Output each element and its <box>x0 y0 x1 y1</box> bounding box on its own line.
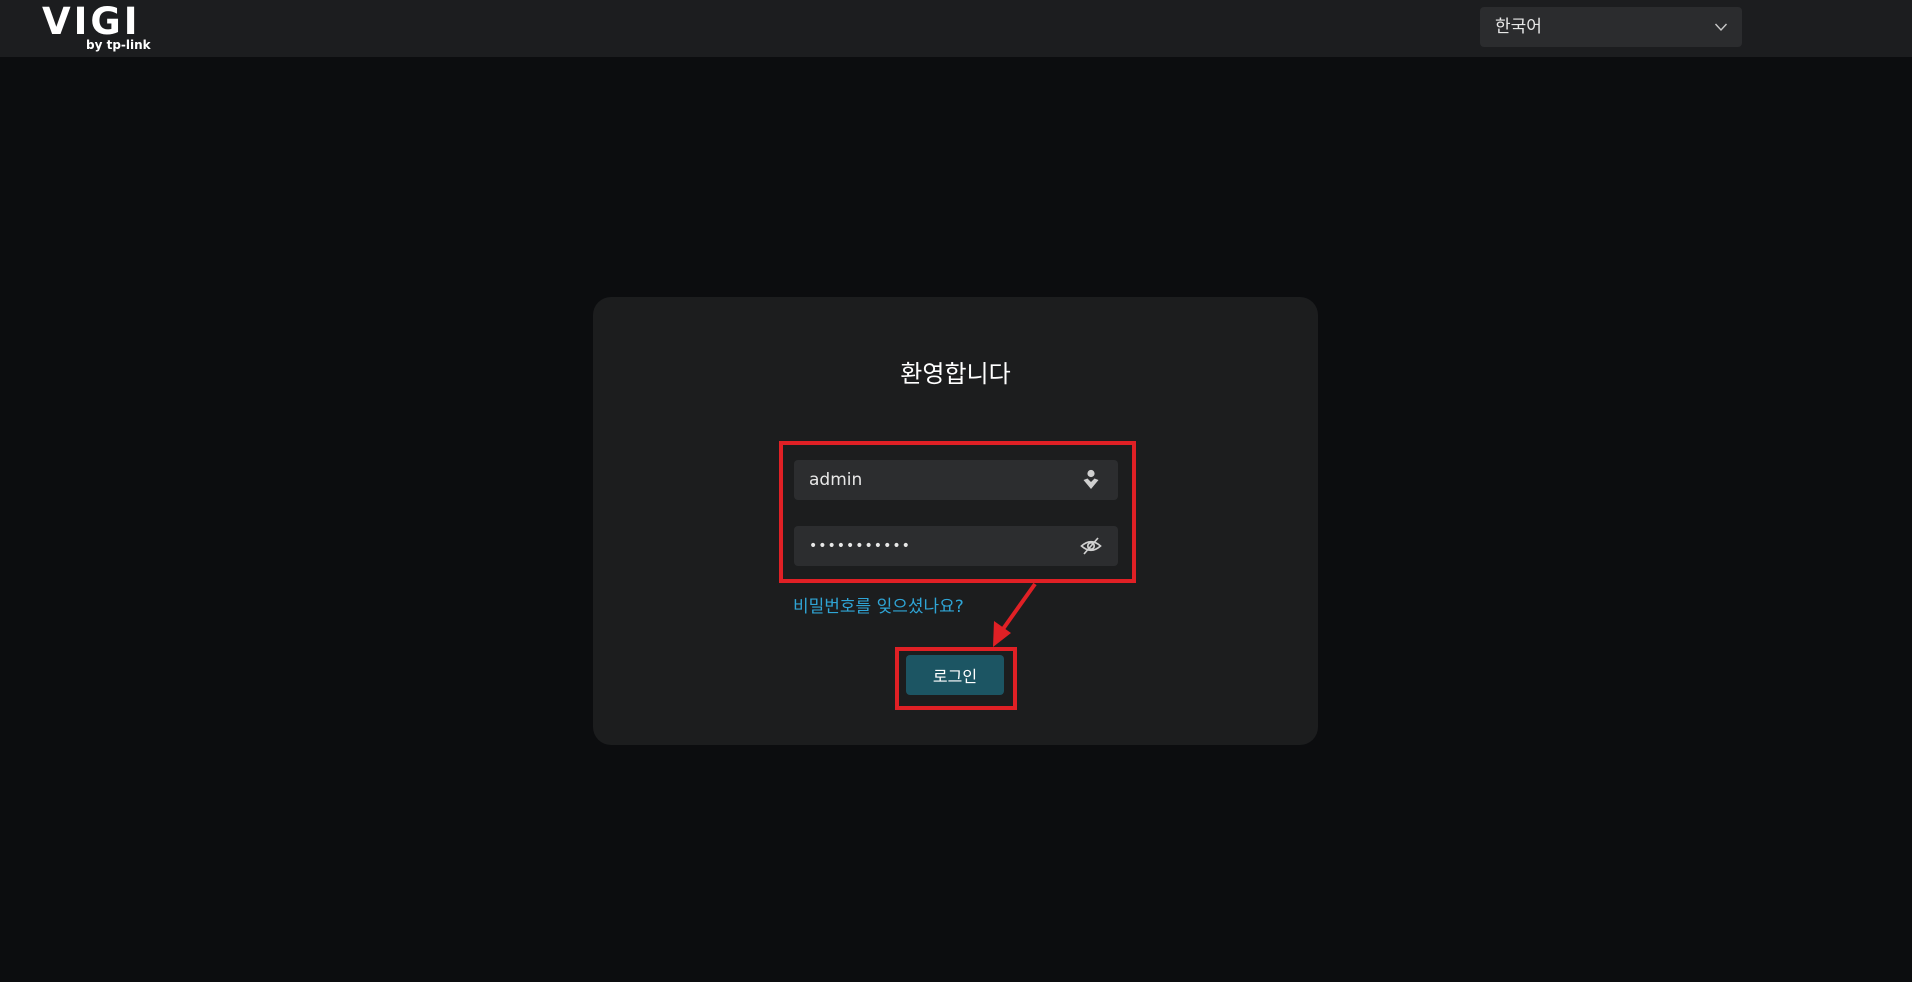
vigi-logo: VIGI by tp-link <box>42 2 154 54</box>
chevron-down-icon <box>1714 23 1728 32</box>
login-card: 환영합니다 비밀번호를 잊으셨나요? 로그인 <box>593 297 1318 745</box>
logo-subtext: by tp-link <box>86 38 151 52</box>
language-selected-label: 한국어 <box>1495 17 1542 37</box>
forgot-password-link[interactable]: 비밀번호를 잊으셨나요? <box>793 597 964 617</box>
credentials-highlight-box <box>779 441 1136 583</box>
language-select[interactable]: 한국어 <box>1480 7 1742 47</box>
login-button-highlight-box <box>895 647 1017 710</box>
top-bar: VIGI by tp-link 한국어 <box>0 0 1912 57</box>
logo-text: VIGI <box>42 0 141 43</box>
welcome-title: 환영합니다 <box>900 360 1011 388</box>
